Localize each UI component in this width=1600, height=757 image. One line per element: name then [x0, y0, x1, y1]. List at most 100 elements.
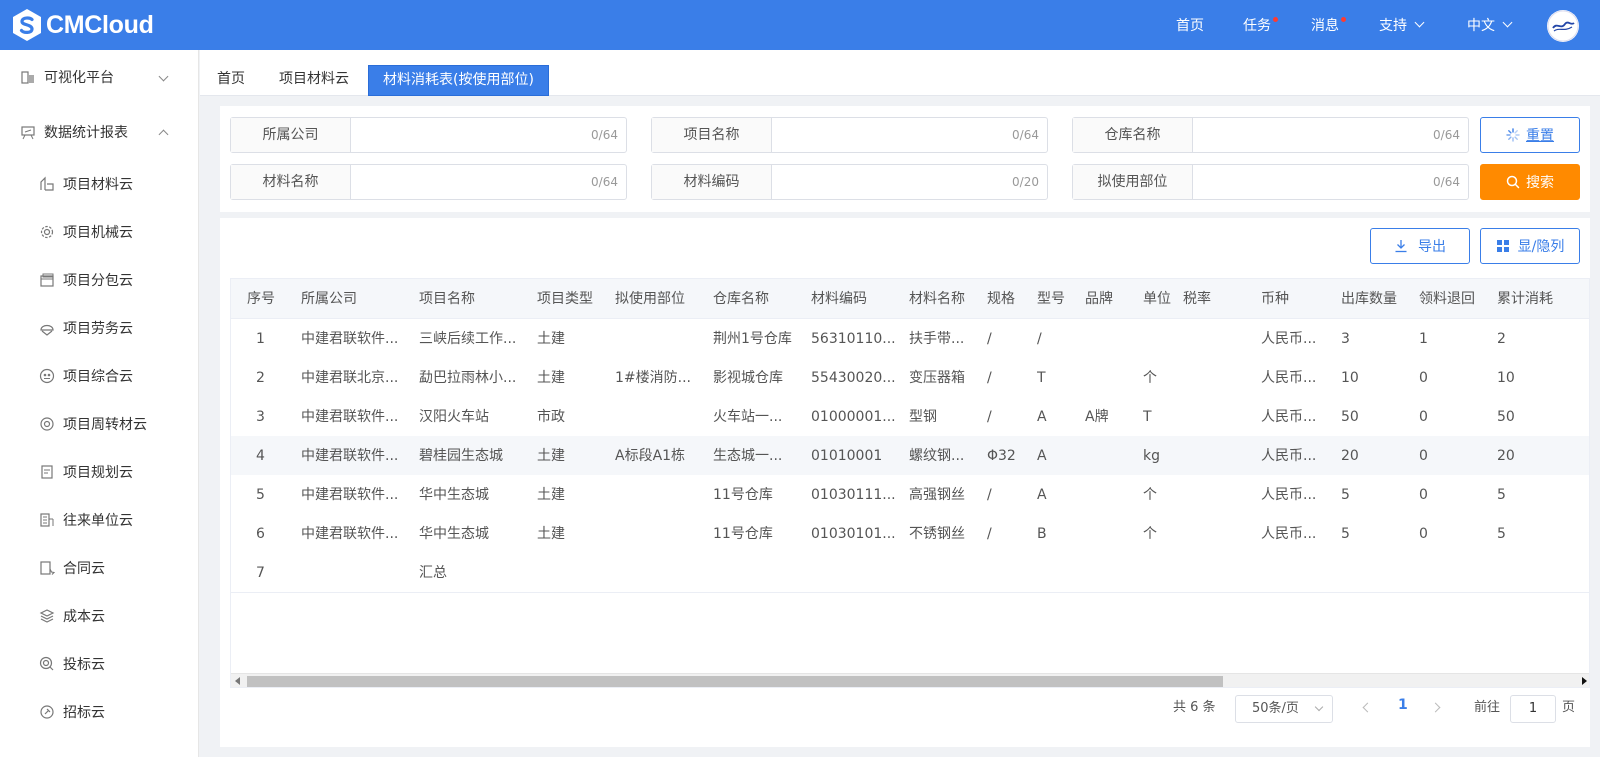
- table-row[interactable]: 2 中建君联北京... 勐巴拉雨林小... 土建 1#楼消防... 影视城仓库 554300…: [231, 358, 1589, 398]
- usage-location-field-label: 拟使用部位: [1073, 165, 1193, 199]
- company-field[interactable]: 所属公司 0/64: [230, 117, 627, 153]
- table-cell: 个: [1143, 487, 1157, 503]
- table-cell: 高强钢丝: [909, 487, 965, 503]
- search-icon: [1506, 175, 1520, 189]
- sidebar-item-turnover[interactable]: 项目周转材云: [0, 404, 199, 444]
- table-row[interactable]: 5 中建君联软件... 华中生态城 土建 11号仓库 01030111... 高强钢丝 / A 个…: [231, 475, 1589, 515]
- reset-button[interactable]: 重置: [1480, 117, 1580, 153]
- material-icon: [39, 176, 55, 192]
- table-cell: 土建: [537, 331, 565, 347]
- filter-panel: 所属公司 0/64 项目名称 0/64 仓库名称 0/64 重置 材料名称 0/…: [220, 106, 1590, 212]
- sidebar-item-cost[interactable]: 成本云: [0, 596, 199, 636]
- table-cell: 华中生态城: [419, 487, 489, 503]
- export-button-label: 导出: [1418, 239, 1446, 255]
- material-code-field[interactable]: 材料编码 0/20: [651, 164, 1048, 200]
- table-cell: A标段A1栋: [615, 448, 686, 464]
- table-cell: /: [987, 487, 992, 503]
- building-list-icon: [39, 512, 55, 528]
- sidebar-item-label: 往来单位云: [63, 513, 133, 529]
- target-icon: [39, 656, 55, 672]
- sidebar-item-bid[interactable]: 招标云: [0, 692, 199, 732]
- table-cell: 0: [1419, 409, 1428, 425]
- table-cell: 0: [1419, 526, 1428, 542]
- table-cell: 碧桂园生态城: [419, 448, 503, 464]
- horizontal-scrollbar[interactable]: [231, 673, 1589, 687]
- table-cell: 个: [1143, 526, 1157, 542]
- page-size-select[interactable]: 50条/页: [1235, 695, 1333, 723]
- sidebar-item-planning[interactable]: 项目规划云: [0, 452, 199, 492]
- export-button[interactable]: 导出: [1370, 228, 1470, 264]
- table-cell: 中建君联北京...: [301, 370, 399, 386]
- column-header: 领料退回: [1419, 291, 1475, 307]
- sidebar-group-reports[interactable]: 数据统计报表: [0, 112, 199, 152]
- tab-project-material[interactable]: 项目材料云: [265, 65, 363, 96]
- table-cell: 5: [1341, 487, 1350, 503]
- scroll-right-icon[interactable]: [1582, 677, 1587, 685]
- column-header: 项目类型: [537, 291, 593, 307]
- table-row[interactable]: 7 汇总: [231, 553, 1589, 593]
- column-header: 材料名称: [909, 291, 965, 307]
- material-code-field-label: 材料编码: [652, 165, 772, 199]
- sidebar-item-comprehensive[interactable]: 项目综合云: [0, 356, 199, 396]
- project-name-field[interactable]: 项目名称 0/64: [651, 117, 1048, 153]
- sidebar-item-material[interactable]: 项目材料云: [0, 164, 199, 204]
- scroll-left-icon[interactable]: [235, 677, 240, 685]
- tab-home[interactable]: 首页: [203, 65, 259, 96]
- sidebar-group-visualization[interactable]: 可视化平台: [0, 57, 199, 97]
- notification-dot: [1273, 17, 1278, 22]
- sidebar-item-contract[interactable]: 合同云: [0, 548, 199, 588]
- table-cell: A: [1037, 487, 1047, 503]
- nav-home[interactable]: 首页: [1176, 0, 1204, 50]
- goto-suffix: 页: [1562, 699, 1576, 715]
- nav-tasks-label: 任务: [1243, 18, 1271, 34]
- table-cell: 三峡后续工作...: [419, 331, 517, 347]
- nav-tasks[interactable]: 任务: [1243, 0, 1278, 50]
- sidebar-item-tender[interactable]: 投标云: [0, 644, 199, 684]
- table-cell: /: [1037, 331, 1042, 347]
- table-cell: 1: [256, 331, 265, 347]
- material-name-field[interactable]: 材料名称 0/64: [230, 164, 627, 200]
- gear-icon: [39, 224, 55, 240]
- goto-page-input[interactable]: 1: [1510, 695, 1556, 723]
- table-row[interactable]: 6 中建君联软件... 华中生态城 土建 11号仓库 01030101... 不锈钢丝 / B 个…: [231, 514, 1589, 554]
- tab-material-consumption[interactable]: 材料消耗表(按使用部位): [368, 65, 549, 96]
- table-row[interactable]: 3 中建君联软件... 汉阳火车站 市政 火车站一... 01000001... 型钢 / A A…: [231, 397, 1589, 437]
- current-page[interactable]: 1: [1398, 690, 1408, 720]
- nav-support[interactable]: 支持: [1379, 0, 1425, 50]
- sidebar-item-machinery[interactable]: 项目机械云: [0, 212, 199, 252]
- logo[interactable]: CMCloud: [10, 8, 154, 42]
- nav-home-label: 首页: [1176, 18, 1204, 34]
- sidebar-item-label: 合同云: [63, 561, 105, 577]
- table-cell: 0: [1419, 448, 1428, 464]
- nav-messages-label: 消息: [1311, 18, 1339, 34]
- table-cell: 7: [256, 565, 265, 581]
- column-header: 规格: [987, 291, 1015, 307]
- table-cell: 01010001: [811, 448, 883, 464]
- sidebar-item-labor[interactable]: 项目劳务云: [0, 308, 199, 348]
- table-cell: 3: [256, 409, 265, 425]
- warehouse-name-field[interactable]: 仓库名称 0/64: [1072, 117, 1469, 153]
- char-counter: 0/64: [591, 128, 618, 142]
- table-cell: 生态城一...: [713, 448, 783, 464]
- chevron-down-icon: [1314, 702, 1324, 712]
- chevron-down-icon: [1502, 17, 1513, 27]
- table-cell: T: [1037, 370, 1046, 386]
- language-select[interactable]: 中文: [1467, 0, 1513, 50]
- search-button[interactable]: 搜索: [1480, 164, 1580, 200]
- sidebar-item-partners[interactable]: 往来单位云: [0, 500, 199, 540]
- usage-location-field[interactable]: 拟使用部位 0/64: [1072, 164, 1469, 200]
- table-row[interactable]: 4 中建君联软件... 碧桂园生态城 土建 A标段A1栋 生态城一... 01010001 螺…: [231, 436, 1589, 476]
- avatar[interactable]: [1547, 10, 1579, 42]
- sidebar-item-label: 投标云: [63, 657, 105, 673]
- table-cell: 个: [1143, 370, 1157, 386]
- sidebar-item-label: 项目分包云: [63, 273, 133, 289]
- nav-messages[interactable]: 消息: [1311, 0, 1346, 50]
- building-icon: [20, 69, 36, 85]
- sidebar-item-subcontract[interactable]: 项目分包云: [0, 260, 199, 300]
- table-cell: 01030111...: [811, 487, 896, 503]
- tab-bar: 首页 项目材料云 材料消耗表(按使用部位): [200, 50, 1600, 96]
- table-row[interactable]: 1 中建君联软件... 三峡后续工作... 土建 荆州1号仓库 56310110... 扶手…: [231, 319, 1589, 359]
- toggle-columns-button[interactable]: 显/隐列: [1480, 228, 1580, 264]
- data-table: 序号 所属公司 项目名称 项目类型 拟使用部位 仓库名称 材料编码 材料名称 规格 型号 品牌 单位税…: [230, 278, 1590, 688]
- scrollbar-thumb[interactable]: [247, 676, 1223, 687]
